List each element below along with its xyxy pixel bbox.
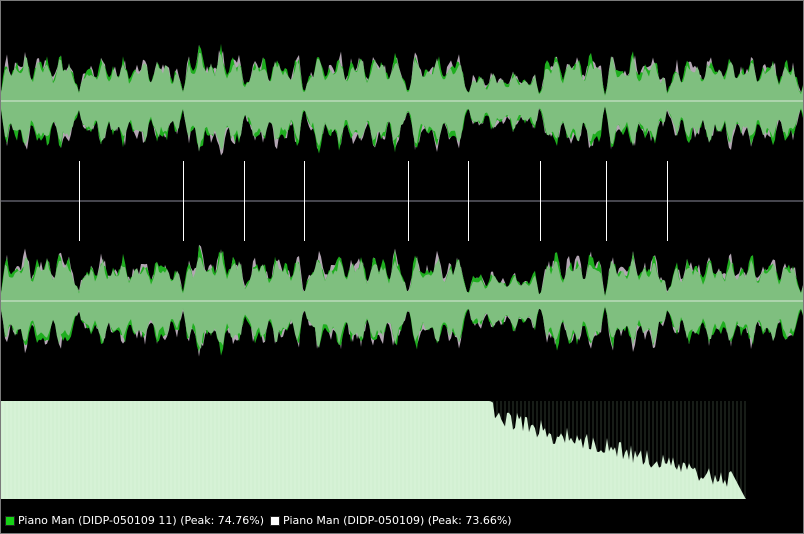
legend-label-track-2: Piano Man (DIDP-050109) (Peak: 73.66%) <box>283 514 512 527</box>
legend-item-track-1: Piano Man (DIDP-050109 11) (Peak: 74.76%… <box>5 510 264 532</box>
legend-label-track-1: Piano Man (DIDP-050109 11) (Peak: 74.76%… <box>18 514 265 527</box>
legend-swatch-track-2 <box>270 516 281 526</box>
legend-bar: Piano Man (DIDP-050109 11) (Peak: 74.76%… <box>1 509 803 533</box>
legend-swatch-track-1 <box>5 516 15 526</box>
legend-item-track-2: Piano Man (DIDP-050109) (Peak: 73.66%) <box>270 510 512 532</box>
waveform-body-ch1 <box>1 52 803 152</box>
waveform-canvas <box>1 43 803 499</box>
waveform-comparison-view: Piano Man (DIDP-050109 11) (Peak: 74.76%… <box>0 0 804 534</box>
